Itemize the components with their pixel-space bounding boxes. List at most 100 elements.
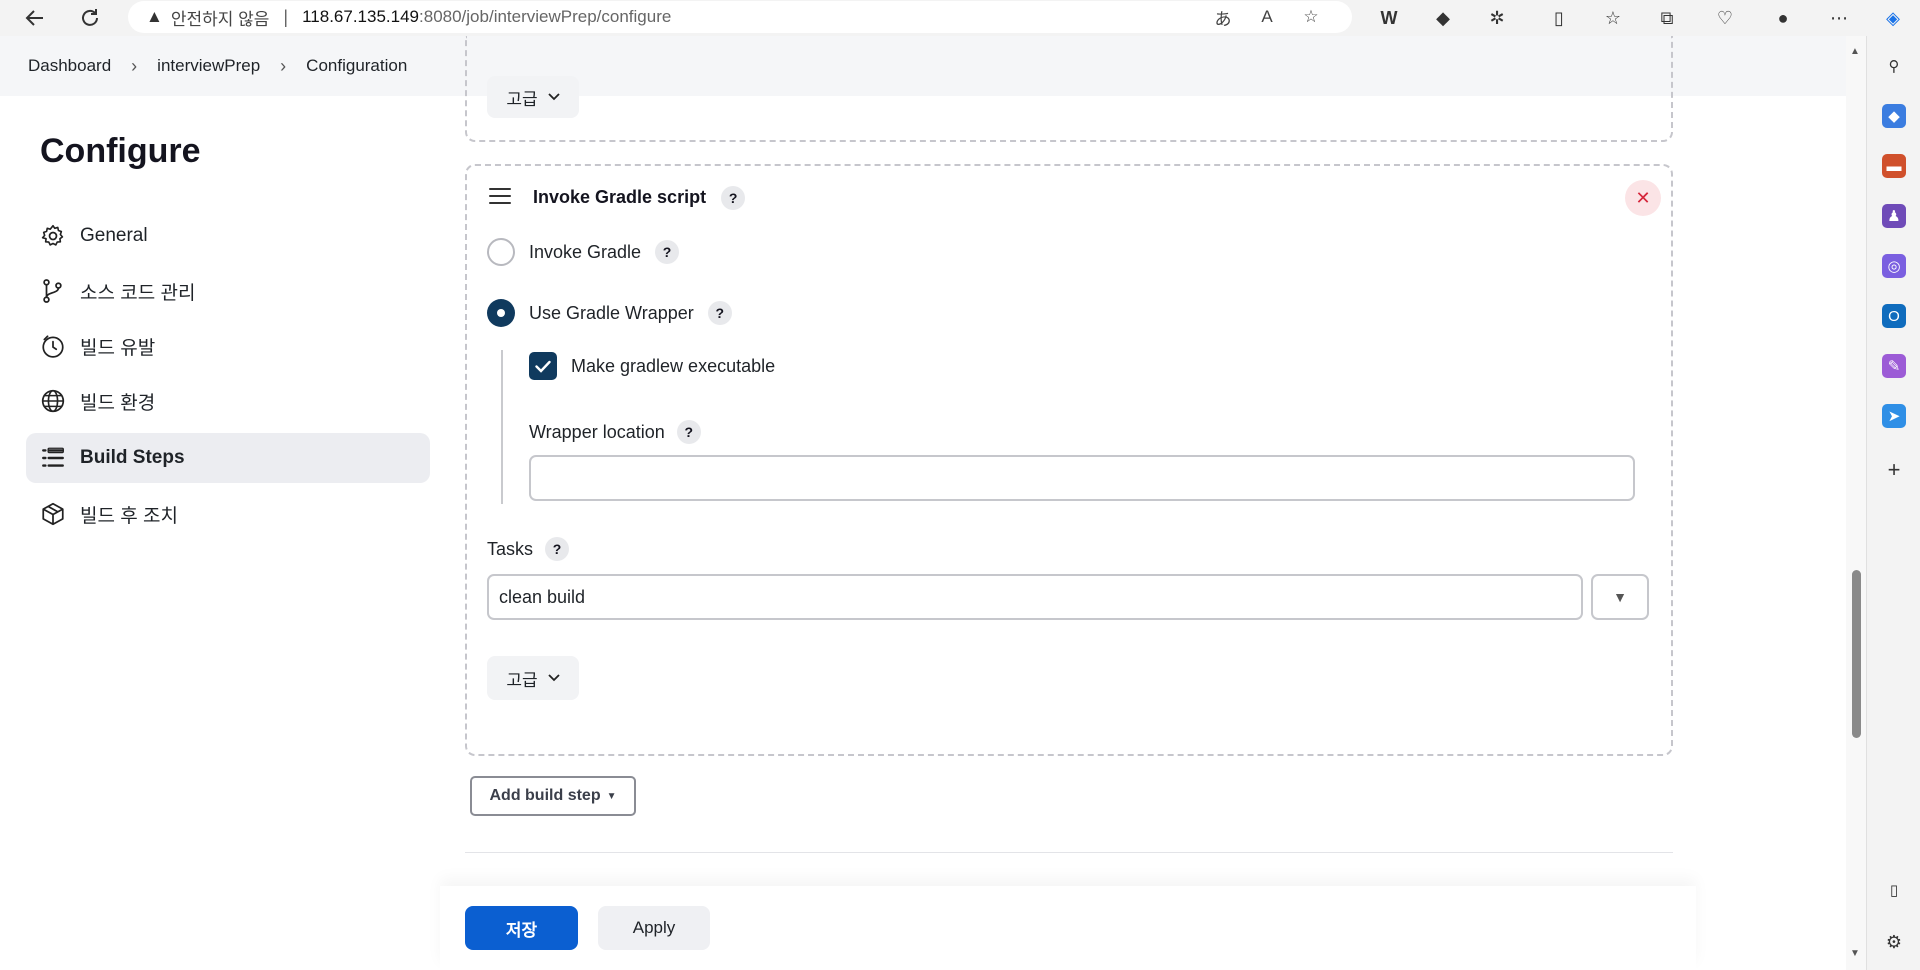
list-icon (26, 445, 80, 471)
sidebar-item-scm[interactable]: 소스 코드 관리 (26, 266, 430, 316)
chevron-right-icon: › (131, 55, 138, 76)
add-icon[interactable]: + (1882, 457, 1906, 482)
add-build-step-button[interactable]: Add build step ▼ (470, 776, 636, 816)
field-label-text: Wrapper location (529, 421, 665, 442)
microsoft365-icon[interactable]: ◎ (1882, 254, 1906, 278)
browser-toolbar: ▲ 안전하지 않음 | 118.67.135.149 :8080/job/int… (0, 0, 1920, 36)
close-icon[interactable]: ✕ (1625, 180, 1661, 216)
games-icon[interactable]: ♟ (1882, 204, 1906, 228)
address-separator: | (283, 6, 289, 27)
sidebar-item-general[interactable]: General (26, 211, 430, 261)
radio-invoke-gradle[interactable]: Invoke Gradle ? (487, 238, 680, 266)
scroll-up-icon[interactable]: ▲ (1850, 46, 1860, 57)
scroll-thumb[interactable] (1852, 570, 1861, 738)
breadcrumb-configuration[interactable]: Configuration (306, 56, 407, 76)
chevron-right-icon: › (280, 55, 287, 76)
insecure-label: 안전하지 않음 (170, 9, 270, 29)
advanced-label: 고급 (506, 670, 538, 690)
radio-use-gradle-wrapper[interactable]: Use Gradle Wrapper ? (487, 299, 732, 327)
url-path: :8080/job/interviewPrep/configure (419, 7, 672, 26)
chevron-down-icon (548, 93, 560, 101)
more-menu-icon[interactable]: ⋯ (1824, 3, 1854, 33)
wikipedia-extension-icon[interactable]: W (1374, 3, 1404, 33)
checkmark-icon (535, 360, 551, 373)
address-bar[interactable]: ▲ 안전하지 않음 | 118.67.135.149 :8080/job/int… (128, 1, 1352, 33)
timer-icon (26, 333, 80, 359)
previous-build-step: 고급 (465, 36, 1673, 142)
radio-button[interactable] (487, 238, 515, 266)
field-label-text: Tasks (487, 538, 534, 559)
designer-icon[interactable]: ✎ (1882, 354, 1906, 378)
send-icon[interactable]: ➤ (1882, 404, 1906, 428)
collections-icon[interactable]: ⧉ (1652, 3, 1682, 33)
caret-down-icon: ▼ (606, 790, 617, 802)
save-button[interactable]: 저장 (465, 906, 578, 950)
browser-essentials-icon[interactable]: ♡ (1710, 3, 1740, 33)
add-build-step-label: Add build step (489, 787, 601, 804)
help-icon[interactable]: ? (676, 420, 701, 444)
help-icon[interactable]: ? (707, 301, 732, 325)
settings-gear-icon[interactable]: ⚙ (1882, 930, 1906, 954)
help-icon[interactable]: ? (655, 240, 680, 264)
sidebar-item-label: Build Steps (80, 447, 185, 468)
checkbox-label: Make gradlew executable (571, 355, 776, 376)
outlook-icon[interactable]: O (1882, 304, 1906, 328)
wrapper-location-input[interactable] (529, 455, 1635, 501)
globe-icon (26, 388, 80, 414)
sidebar-toggle-icon[interactable]: ▯ (1882, 878, 1906, 902)
copilot-icon[interactable]: ◈ (1878, 3, 1908, 33)
sidebar-item-label: 소스 코드 관리 (80, 282, 196, 304)
package-icon (26, 501, 80, 527)
chevron-down-icon (548, 674, 560, 682)
branch-icon (26, 278, 80, 304)
page-scrollbar[interactable]: ▲ ▼ (1846, 36, 1866, 970)
tools-icon[interactable]: ▬ (1882, 154, 1906, 178)
help-icon[interactable]: ? (545, 537, 570, 561)
extensions-puzzle-icon[interactable]: ✲ (1482, 3, 1512, 33)
make-gradlew-executable-checkbox[interactable]: Make gradlew executable (529, 352, 775, 380)
browser-sidebar: ⚲ ◆ ▬ ♟ ◎ O ✎ ➤ + ▯ ⚙ (1866, 36, 1920, 970)
sidebar-item-post-build[interactable]: 빌드 후 조치 (26, 489, 430, 539)
gradle-build-step: Invoke Gradle script ? ✕ Invoke Gradle ?… (465, 164, 1673, 756)
step-title: Invoke Gradle script ? (533, 186, 746, 210)
warning-icon: ▲ (146, 7, 163, 26)
advanced-button[interactable]: 고급 (487, 76, 579, 118)
favorites-icon[interactable]: ☆ (1598, 3, 1628, 33)
breadcrumb-job[interactable]: interviewPrep (157, 56, 260, 76)
sidebar-item-build-steps[interactable]: Build Steps (26, 433, 430, 483)
sidebar-item-label: 빌드 후 조치 (80, 505, 178, 527)
radio-label: Use Gradle Wrapper (529, 302, 694, 323)
help-icon[interactable]: ? (721, 186, 746, 210)
tasks-input[interactable]: clean build (487, 574, 1583, 620)
search-icon[interactable]: ⚲ (1882, 54, 1906, 78)
profile-icon[interactable]: ● (1768, 3, 1798, 33)
advanced-button[interactable]: 고급 (487, 656, 579, 700)
extension-icon[interactable]: ◆ (1428, 3, 1458, 33)
sidebar-item-label: General (80, 225, 148, 246)
wrapper-location-label: Wrapper location ? (529, 420, 701, 444)
reload-icon[interactable] (75, 3, 105, 33)
url-host: 118.67.135.149 (302, 7, 420, 26)
section-divider (465, 852, 1673, 853)
back-icon[interactable] (20, 3, 50, 33)
gear-icon (26, 223, 80, 249)
scroll-down-icon[interactable]: ▼ (1850, 948, 1860, 959)
split-screen-icon[interactable]: ▯ (1544, 3, 1574, 33)
tasks-label: Tasks ? (487, 537, 570, 561)
translate-icon[interactable]: あ (1210, 5, 1236, 29)
nested-indent-line (501, 350, 503, 504)
page-title: Configure (40, 132, 201, 170)
sidebar-item-build-environment[interactable]: 빌드 환경 (26, 376, 430, 426)
checkbox-checked[interactable] (529, 352, 557, 380)
shopping-tag-icon[interactable]: ◆ (1882, 104, 1906, 128)
breadcrumb-dashboard[interactable]: Dashboard (28, 56, 111, 76)
read-aloud-icon[interactable]: A (1254, 5, 1280, 29)
sidebar-item-build-triggers[interactable]: 빌드 유발 (26, 321, 430, 371)
sidebar-item-label: 빌드 환경 (80, 392, 156, 414)
radio-button-selected[interactable] (487, 299, 515, 327)
tasks-dropdown-button[interactable]: ▼ (1591, 574, 1649, 620)
sidebar-item-label: 빌드 유발 (80, 337, 156, 359)
favorite-star-icon[interactable]: ☆ (1298, 5, 1324, 29)
drag-handle-icon[interactable] (489, 188, 511, 209)
apply-button[interactable]: Apply (598, 906, 710, 950)
